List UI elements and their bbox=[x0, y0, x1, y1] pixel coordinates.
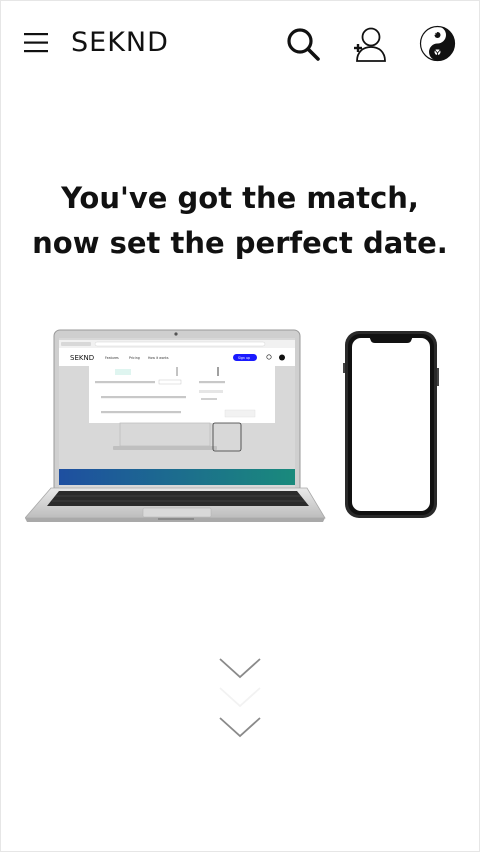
site-header: SEKND bbox=[0, 0, 480, 86]
brand-logo[interactable]: SEKND bbox=[71, 27, 169, 58]
search-icon bbox=[287, 28, 320, 61]
laptop-screen-nav-3: How it works bbox=[148, 356, 169, 360]
account-button[interactable] bbox=[352, 26, 388, 62]
scroll-down-chevron-1[interactable] bbox=[215, 655, 265, 681]
hamburger-menu-icon bbox=[24, 33, 48, 53]
chevron-down-icon bbox=[219, 717, 261, 738]
chevron-down-icon bbox=[219, 687, 261, 708]
laptop-screen-cta: Sign up bbox=[238, 356, 250, 360]
add-user-icon bbox=[354, 27, 386, 62]
hero-headline: You've got the match, now set the perfec… bbox=[0, 176, 480, 266]
laptop-screen-brand: SEKND bbox=[70, 354, 94, 362]
hero-headline-line-2: now set the perfect date. bbox=[32, 226, 448, 260]
scroll-down-chevron-2[interactable] bbox=[215, 684, 265, 710]
laptop-screen-nav-1: Features bbox=[105, 356, 119, 360]
scroll-down-chevron-3[interactable] bbox=[215, 714, 265, 740]
laptop-illustration: SEKND Features Pricing How it works Sign… bbox=[24, 329, 326, 522]
yin-yang-avatar-icon bbox=[419, 25, 456, 62]
phone-illustration bbox=[343, 331, 439, 518]
avatar-button[interactable] bbox=[419, 25, 456, 62]
chevron-down-icon bbox=[219, 658, 261, 679]
menu-button[interactable] bbox=[24, 33, 50, 53]
hero-headline-line-1: You've got the match, bbox=[61, 181, 419, 215]
devices-illustration-svg: SEKND Features Pricing How it works Sign… bbox=[24, 329, 439, 522]
search-button[interactable] bbox=[285, 26, 321, 62]
devices-illustration: SEKND Features Pricing How it works Sign… bbox=[24, 328, 445, 528]
laptop-screen-nav-2: Pricing bbox=[129, 356, 140, 360]
